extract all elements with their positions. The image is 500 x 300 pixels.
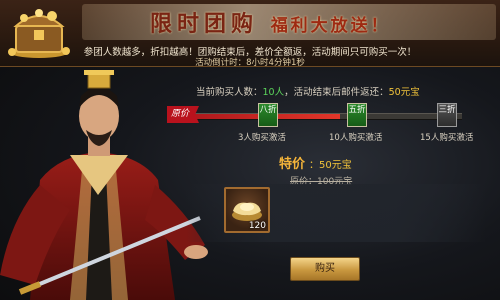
stage-badge-3: 三折 xyxy=(438,105,456,115)
stage-label-1: 3人购买激活 xyxy=(238,133,286,143)
special-price-value: ：50元宝 xyxy=(309,160,352,171)
refund-value: 50元宝 xyxy=(388,87,420,98)
progress-fill xyxy=(172,114,341,119)
item-quantity: 120 xyxy=(248,221,266,231)
special-price: 特价 ：50元宝 xyxy=(279,153,352,172)
countdown-value: 8小时4分钟1秒 xyxy=(246,58,305,68)
group-buy-window: 限时团购 福利大放送！ 参团人数越多，折扣越高！团购结束后，差价全额返，活动期间… xyxy=(0,0,500,300)
banner-title: 限时团购 福利大放送！ xyxy=(150,6,391,38)
special-label: 特价 xyxy=(279,157,306,172)
stage-badge-2: 五折 xyxy=(348,105,366,115)
title-main: 限时团购 xyxy=(150,11,259,37)
refund-label: ，活动结束后邮件返还： xyxy=(284,87,389,98)
stage-node-3: 三折 xyxy=(437,103,457,127)
stage-label-2: 10人购买激活 xyxy=(329,133,383,143)
ingot-item-slot[interactable]: 120 xyxy=(224,187,270,233)
stage-node-1: 八折 xyxy=(258,103,278,127)
buyers-label: 当前购买人数： xyxy=(196,87,263,98)
buyers-info: 当前购买人数：10人，活动结束后邮件返还：50元宝 xyxy=(196,84,420,98)
stage-label-3: 15人购买激活 xyxy=(420,133,474,143)
original-price-tag: 原价 xyxy=(167,106,199,123)
discount-progress-bar xyxy=(172,113,462,120)
top-banner: 限时团购 福利大放送！ 参团人数越多，折扣越高！团购结束后，差价全额返，活动期间… xyxy=(0,0,500,68)
buyers-count: 10人 xyxy=(262,87,285,98)
title-sub: 福利大放送！ xyxy=(270,16,391,36)
buy-button[interactable]: 购买 xyxy=(290,257,360,281)
stage-badge-1: 八折 xyxy=(259,105,277,115)
stage-node-2: 五折 xyxy=(347,103,367,127)
